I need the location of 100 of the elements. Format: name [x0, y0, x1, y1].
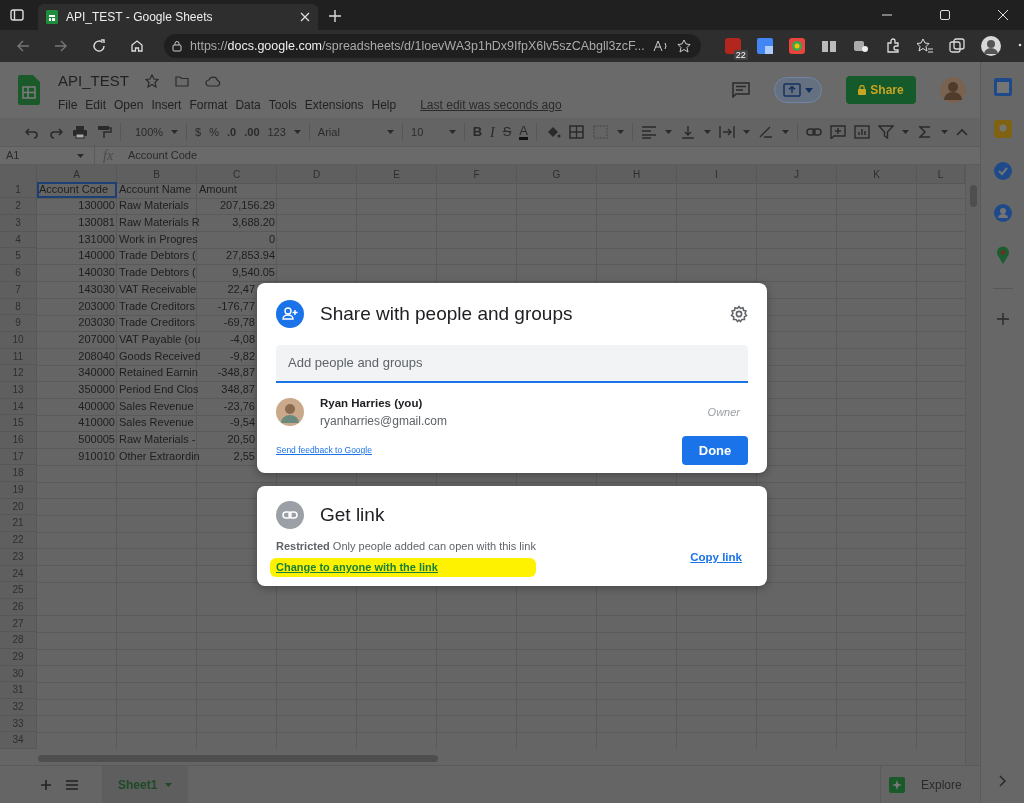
- number-format-select[interactable]: 123: [267, 123, 286, 141]
- settings-icon[interactable]: [730, 305, 748, 324]
- add-icon[interactable]: [996, 313, 1009, 325]
- people-input-field[interactable]: Add people and groups: [276, 344, 748, 383]
- caret-icon: [805, 87, 813, 93]
- table-cell-text: -9,54: [228, 415, 256, 431]
- increase-decimals[interactable]: .00: [244, 123, 260, 141]
- filter-icon[interactable]: [878, 125, 894, 139]
- refresh-icon[interactable]: [92, 39, 106, 53]
- last-edit-link[interactable]: Last edit was seconds ago: [420, 95, 562, 114]
- map-pin-icon[interactable]: [995, 246, 1010, 264]
- translate-icon[interactable]: [756, 38, 773, 54]
- collapse-icon[interactable]: [956, 128, 968, 136]
- change-access-link[interactable]: Change to anyone with the link: [270, 558, 536, 577]
- add-sheet-icon[interactable]: [40, 778, 52, 791]
- back-icon[interactable]: [16, 40, 30, 52]
- menu-item[interactable]: Data: [235, 95, 261, 114]
- menu-item[interactable]: Help: [371, 95, 397, 114]
- close-icon[interactable]: [300, 12, 310, 22]
- read-aloud-icon: [652, 40, 669, 52]
- comment-add-icon[interactable]: [830, 125, 846, 139]
- tab-actions-icon[interactable]: [10, 9, 24, 21]
- home-icon[interactable]: [130, 39, 144, 53]
- table-cell-text: -69,78: [222, 315, 256, 331]
- document-title[interactable]: API_TEST: [58, 70, 129, 93]
- table-cell-text: 0: [267, 231, 276, 247]
- table-cell-text: 20,50: [226, 432, 256, 447]
- menu-item[interactable]: Open: [114, 95, 144, 114]
- close-icon[interactable]: [998, 10, 1008, 20]
- person-name: Ryan Harries (you): [320, 395, 424, 411]
- present-button[interactable]: [774, 77, 822, 103]
- forward-icon[interactable]: [54, 40, 68, 52]
- book-icon[interactable]: [820, 39, 837, 53]
- tasks-icon[interactable]: [993, 162, 1012, 180]
- new-tab-icon[interactable]: [328, 9, 342, 23]
- all-sheets-icon[interactable]: [66, 779, 78, 790]
- person-avatar: [276, 398, 304, 427]
- text-wrap-icon[interactable]: [719, 125, 735, 139]
- expand-icon[interactable]: [998, 775, 1007, 787]
- menu-item[interactable]: Insert: [151, 95, 182, 114]
- comment-icon[interactable]: [732, 82, 750, 98]
- font-select[interactable]: Arial: [317, 123, 380, 141]
- table-cell-text: Other Extraordin: [118, 448, 197, 464]
- sheet-tab[interactable]: Sheet1: [102, 765, 189, 803]
- table-cell-text: 348,87: [220, 381, 256, 397]
- maximize-icon[interactable]: [940, 10, 950, 20]
- undo-icon[interactable]: [24, 125, 40, 139]
- formula-content[interactable]: Account Code: [128, 147, 198, 164]
- menu-item[interactable]: File: [58, 95, 78, 114]
- menu-item[interactable]: Edit: [85, 95, 107, 114]
- chart-icon[interactable]: [854, 125, 870, 139]
- menu-item[interactable]: Tools: [268, 95, 297, 114]
- browser-tab[interactable]: API_TEST - Google Sheets: [38, 4, 318, 30]
- lock-icon: [172, 40, 182, 52]
- table-cell-text: 207000: [77, 331, 116, 347]
- vertical-align-icon[interactable]: [680, 125, 696, 139]
- align-icon[interactable]: [641, 125, 657, 139]
- folder-icon[interactable]: [174, 75, 189, 88]
- user-avatar[interactable]: [940, 77, 966, 103]
- print-icon[interactable]: [72, 125, 88, 139]
- borders-icon[interactable]: [569, 125, 585, 139]
- strikethrough-button[interactable]: S: [502, 122, 512, 142]
- extension-icon[interactable]: [788, 38, 805, 54]
- table-cell-text: 350000: [77, 381, 116, 397]
- share-button[interactable]: Share: [846, 76, 916, 104]
- address-bar[interactable]: https://docs.google.com/spreadsheets/d/1loevWA3p1hDx9IfpX6lv5szCAbgll3zcF...: [164, 34, 701, 58]
- text-rotation-icon[interactable]: [758, 125, 774, 139]
- collections-icon[interactable]: [948, 38, 965, 54]
- puzzle-icon[interactable]: [884, 38, 901, 54]
- feedback-link[interactable]: Send feedback to Google: [276, 443, 372, 457]
- bold-button[interactable]: B: [472, 122, 482, 142]
- percent-format[interactable]: %: [209, 123, 219, 141]
- star-icon[interactable]: [144, 74, 159, 89]
- italic-button[interactable]: I: [490, 121, 495, 143]
- profile-avatar[interactable]: [980, 36, 1001, 56]
- explore-icon: [889, 776, 905, 793]
- name-box[interactable]: A1: [0, 147, 84, 164]
- favorite-add-icon[interactable]: [676, 39, 693, 53]
- favorites-icon[interactable]: [916, 38, 933, 54]
- calendar-icon[interactable]: [993, 78, 1012, 96]
- extension-badge: 22: [733, 50, 748, 60]
- copy-link-button[interactable]: Copy link: [690, 549, 742, 567]
- sheets-logo[interactable]: [18, 75, 40, 105]
- table-cell-text: 140030: [77, 265, 116, 281]
- decrease-decimals[interactable]: .0: [227, 123, 237, 141]
- link-icon[interactable]: [806, 125, 822, 139]
- text-color-button[interactable]: A: [519, 124, 529, 140]
- extension-icon[interactable]: [852, 39, 869, 53]
- menu-item[interactable]: Format: [189, 95, 228, 114]
- table-cell-text: 130081: [77, 215, 116, 231]
- table-cell-text: Raw Materials -: [118, 432, 197, 447]
- cloud-icon[interactable]: [204, 75, 221, 88]
- functions-icon[interactable]: [917, 125, 933, 139]
- paint-format-icon[interactable]: [96, 125, 112, 139]
- redo-icon[interactable]: [48, 125, 64, 139]
- contacts-icon[interactable]: [993, 204, 1012, 222]
- caret-icon: [941, 130, 948, 134]
- menu-item[interactable]: Extensions: [304, 95, 364, 114]
- done-button[interactable]: Done: [682, 435, 748, 465]
- currency-format[interactable]: $: [195, 123, 202, 141]
